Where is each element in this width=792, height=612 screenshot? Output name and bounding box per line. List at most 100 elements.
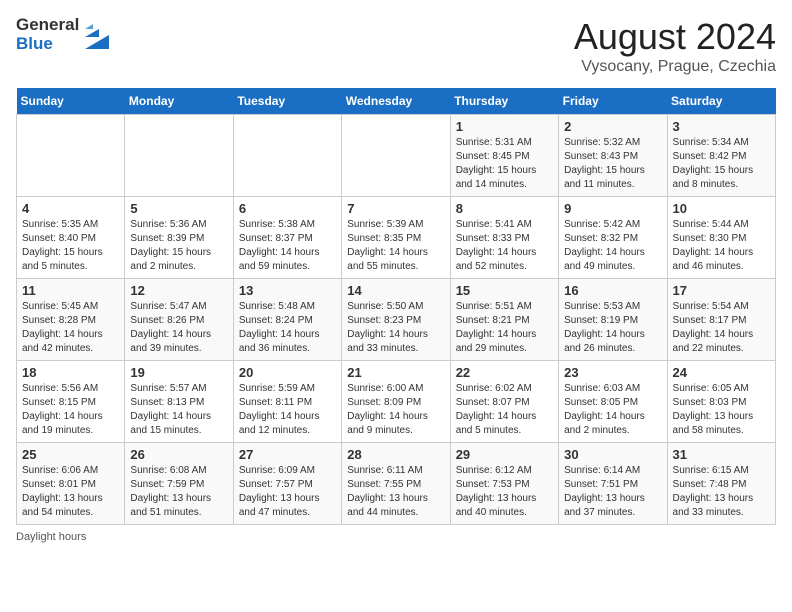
day-info: Sunrise: 6:00 AM Sunset: 8:09 PM Dayligh…: [347, 382, 444, 438]
day-cell: 16 Sunrise: 5:53 AM Sunset: 8:19 PM Dayli…: [559, 279, 667, 361]
day-number: 11: [22, 283, 119, 298]
day-cell: 28 Sunrise: 6:11 AM Sunset: 7:55 PM Dayli…: [342, 443, 450, 525]
day-number: 22: [456, 365, 553, 380]
day-number: 3: [673, 119, 770, 134]
week-row-2: 4 Sunrise: 5:35 AM Sunset: 8:40 PM Daylig…: [17, 197, 776, 279]
day-info: Sunrise: 6:09 AM Sunset: 7:57 PM Dayligh…: [239, 464, 336, 520]
weekday-monday: Monday: [125, 88, 233, 115]
day-info: Sunrise: 5:35 AM Sunset: 8:40 PM Dayligh…: [22, 218, 119, 274]
location: Vysocany, Prague, Czechia: [574, 58, 776, 76]
day-info: Sunrise: 6:12 AM Sunset: 7:53 PM Dayligh…: [456, 464, 553, 520]
day-number: 16: [564, 283, 661, 298]
day-number: 5: [130, 201, 227, 216]
day-cell: 18 Sunrise: 5:56 AM Sunset: 8:15 PM Dayli…: [17, 361, 125, 443]
logo: General Blue: [16, 16, 113, 53]
day-info: Sunrise: 5:56 AM Sunset: 8:15 PM Dayligh…: [22, 382, 119, 438]
day-number: 20: [239, 365, 336, 380]
weekday-sunday: Sunday: [17, 88, 125, 115]
day-number: 19: [130, 365, 227, 380]
day-number: 30: [564, 447, 661, 462]
day-info: Sunrise: 5:53 AM Sunset: 8:19 PM Dayligh…: [564, 300, 661, 356]
day-cell: 12 Sunrise: 5:47 AM Sunset: 8:26 PM Dayli…: [125, 279, 233, 361]
day-info: Sunrise: 6:11 AM Sunset: 7:55 PM Dayligh…: [347, 464, 444, 520]
logo-general: General: [16, 16, 79, 35]
day-cell: 8 Sunrise: 5:41 AM Sunset: 8:33 PM Daylig…: [450, 197, 558, 279]
week-row-5: 25Sunrise: 6:06 AM Sunset: 8:01 PM Dayli…: [17, 443, 776, 525]
day-cell: 1 Sunrise: 5:31 AM Sunset: 8:45 PM Daylig…: [450, 115, 558, 197]
calendar-header: SundayMondayTuesdayWednesdayThursdayFrid…: [17, 88, 776, 115]
day-info: Sunrise: 5:39 AM Sunset: 8:35 PM Dayligh…: [347, 218, 444, 274]
day-info: Sunrise: 5:41 AM Sunset: 8:33 PM Dayligh…: [456, 218, 553, 274]
day-cell: 31 Sunrise: 6:15 AM Sunset: 7:48 PM Dayli…: [667, 443, 775, 525]
calendar-table: SundayMondayTuesdayWednesdayThursdayFrid…: [16, 88, 776, 525]
day-number: 25: [22, 447, 119, 462]
day-cell: 17 Sunrise: 5:54 AM Sunset: 8:17 PM Dayli…: [667, 279, 775, 361]
weekday-header-row: SundayMondayTuesdayWednesdayThursdayFrid…: [17, 88, 776, 115]
day-number: 2: [564, 119, 661, 134]
day-info: Sunrise: 5:57 AM Sunset: 8:13 PM Dayligh…: [130, 382, 227, 438]
day-cell: 14Sunrise: 5:50 AM Sunset: 8:23 PM Dayli…: [342, 279, 450, 361]
day-cell: 15 Sunrise: 5:51 AM Sunset: 8:21 PM Dayli…: [450, 279, 558, 361]
weekday-thursday: Thursday: [450, 88, 558, 115]
day-number: 12: [130, 283, 227, 298]
day-cell: 20Sunrise: 5:59 AM Sunset: 8:11 PM Dayli…: [233, 361, 341, 443]
day-cell: [233, 115, 341, 197]
day-number: 21: [347, 365, 444, 380]
day-number: 15: [456, 283, 553, 298]
day-number: 28: [347, 447, 444, 462]
logo-blue: Blue: [16, 35, 79, 54]
day-cell: 2Sunrise: 5:32 AM Sunset: 8:43 PM Daylig…: [559, 115, 667, 197]
day-cell: 22 Sunrise: 6:02 AM Sunset: 8:07 PM Dayli…: [450, 361, 558, 443]
page-header: General Blue August 2024 Vysocany, Pragu…: [16, 16, 776, 76]
day-number: 1: [456, 119, 553, 134]
title-block: August 2024 Vysocany, Prague, Czechia: [574, 16, 776, 76]
day-cell: 21 Sunrise: 6:00 AM Sunset: 8:09 PM Dayli…: [342, 361, 450, 443]
day-cell: 4 Sunrise: 5:35 AM Sunset: 8:40 PM Daylig…: [17, 197, 125, 279]
week-row-4: 18 Sunrise: 5:56 AM Sunset: 8:15 PM Dayli…: [17, 361, 776, 443]
day-info: Sunrise: 5:48 AM Sunset: 8:24 PM Dayligh…: [239, 300, 336, 356]
logo-icon: [81, 17, 113, 53]
day-cell: [125, 115, 233, 197]
day-cell: [342, 115, 450, 197]
day-cell: 3Sunrise: 5:34 AM Sunset: 8:42 PM Daylig…: [667, 115, 775, 197]
day-cell: 24 Sunrise: 6:05 AM Sunset: 8:03 PM Dayli…: [667, 361, 775, 443]
week-row-3: 11 Sunrise: 5:45 AM Sunset: 8:28 PM Dayli…: [17, 279, 776, 361]
day-cell: 26Sunrise: 6:08 AM Sunset: 7:59 PM Dayli…: [125, 443, 233, 525]
day-number: 8: [456, 201, 553, 216]
day-number: 9: [564, 201, 661, 216]
day-info: Sunrise: 6:03 AM Sunset: 8:05 PM Dayligh…: [564, 382, 661, 438]
day-cell: 23Sunrise: 6:03 AM Sunset: 8:05 PM Dayli…: [559, 361, 667, 443]
month-year: August 2024: [574, 16, 776, 58]
day-info: Sunrise: 6:14 AM Sunset: 7:51 PM Dayligh…: [564, 464, 661, 520]
weekday-tuesday: Tuesday: [233, 88, 341, 115]
day-info: Sunrise: 5:36 AM Sunset: 8:39 PM Dayligh…: [130, 218, 227, 274]
day-info: Sunrise: 5:45 AM Sunset: 8:28 PM Dayligh…: [22, 300, 119, 356]
day-number: 4: [22, 201, 119, 216]
day-cell: 19 Sunrise: 5:57 AM Sunset: 8:13 PM Dayli…: [125, 361, 233, 443]
day-cell: 27Sunrise: 6:09 AM Sunset: 7:57 PM Dayli…: [233, 443, 341, 525]
day-cell: 11 Sunrise: 5:45 AM Sunset: 8:28 PM Dayli…: [17, 279, 125, 361]
day-info: Sunrise: 6:08 AM Sunset: 7:59 PM Dayligh…: [130, 464, 227, 520]
day-info: Sunrise: 5:42 AM Sunset: 8:32 PM Dayligh…: [564, 218, 661, 274]
day-info: Sunrise: 5:54 AM Sunset: 8:17 PM Dayligh…: [673, 300, 770, 356]
day-cell: 7 Sunrise: 5:39 AM Sunset: 8:35 PM Daylig…: [342, 197, 450, 279]
day-number: 17: [673, 283, 770, 298]
footer-text: Daylight hours: [16, 531, 86, 543]
day-info: Sunrise: 5:51 AM Sunset: 8:21 PM Dayligh…: [456, 300, 553, 356]
day-info: Sunrise: 5:31 AM Sunset: 8:45 PM Dayligh…: [456, 136, 553, 192]
weekday-saturday: Saturday: [667, 88, 775, 115]
day-number: 29: [456, 447, 553, 462]
day-cell: 9 Sunrise: 5:42 AM Sunset: 8:32 PM Daylig…: [559, 197, 667, 279]
day-number: 18: [22, 365, 119, 380]
day-info: Sunrise: 6:05 AM Sunset: 8:03 PM Dayligh…: [673, 382, 770, 438]
day-number: 31: [673, 447, 770, 462]
weekday-friday: Friday: [559, 88, 667, 115]
day-cell: 6Sunrise: 5:38 AM Sunset: 8:37 PM Daylig…: [233, 197, 341, 279]
day-info: Sunrise: 6:02 AM Sunset: 8:07 PM Dayligh…: [456, 382, 553, 438]
day-number: 6: [239, 201, 336, 216]
day-cell: 25Sunrise: 6:06 AM Sunset: 8:01 PM Dayli…: [17, 443, 125, 525]
day-info: Sunrise: 6:15 AM Sunset: 7:48 PM Dayligh…: [673, 464, 770, 520]
day-info: Sunrise: 5:47 AM Sunset: 8:26 PM Dayligh…: [130, 300, 227, 356]
day-number: 24: [673, 365, 770, 380]
day-number: 7: [347, 201, 444, 216]
